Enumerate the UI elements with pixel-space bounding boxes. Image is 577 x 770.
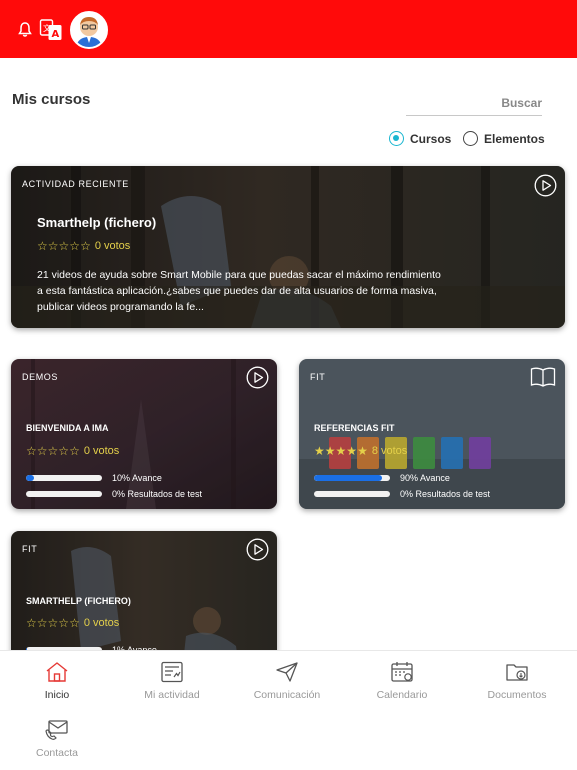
- course-rating: ★ ★ ★ ★ ★ 8 votos: [314, 444, 407, 458]
- search-input[interactable]: Buscar: [406, 92, 542, 116]
- tab-label: Calendario: [376, 689, 428, 701]
- star-icon: ☆: [47, 239, 59, 253]
- tab-documentos[interactable]: Documentos: [460, 651, 574, 703]
- tab-label: Documentos: [487, 689, 547, 701]
- progress-bar: [26, 475, 102, 481]
- featured-category: ACTIVIDAD RECIENTE: [22, 179, 129, 189]
- test-label: 0% Resultados de test: [400, 489, 491, 499]
- user-avatar[interactable]: [70, 11, 108, 49]
- star-icon: ☆: [26, 616, 37, 630]
- course-title: BIENVENIDA A IMA: [26, 423, 109, 433]
- star-icon: ☆: [69, 616, 80, 630]
- star-icon: ☆: [58, 444, 70, 458]
- svg-text:A: A: [52, 29, 60, 40]
- course-title: SMARTHELP (FICHERO): [26, 596, 131, 606]
- tab-contacta[interactable]: Contacta: [0, 709, 114, 761]
- star-icon: ☆: [47, 444, 59, 458]
- course-rating: ☆ ☆ ☆ ☆ ☆ 0 votos: [26, 444, 119, 458]
- svg-text:文: 文: [43, 23, 51, 33]
- test-row: 0% Resultados de test: [314, 489, 490, 499]
- star-icon: ☆: [36, 616, 48, 630]
- star-icon: ★: [324, 444, 336, 458]
- tab-inicio[interactable]: Inicio: [0, 651, 114, 703]
- progress-row: 90% Avance: [314, 473, 450, 483]
- course-votes: 0 votos: [83, 445, 120, 457]
- tab-calendario[interactable]: Calendario: [345, 651, 459, 703]
- home-icon: [46, 662, 68, 682]
- course-card[interactable]: DEMOS BIENVENIDA A IMA ☆ ☆ ☆ ☆ ☆ 0 votos 10%…: [11, 359, 277, 509]
- progress-bar: [314, 475, 390, 481]
- course-category: FIT: [22, 544, 38, 554]
- star-icon: ☆: [58, 616, 70, 630]
- page-title: Mis cursos: [12, 91, 91, 108]
- tab-comunicacion[interactable]: Comunicación: [230, 651, 344, 703]
- radio-elementos[interactable]: [463, 131, 478, 146]
- star-icon: ☆: [26, 444, 37, 458]
- course-votes: 8 votos: [371, 445, 408, 457]
- test-bar: [26, 491, 102, 497]
- featured-course-card[interactable]: ACTIVIDAD RECIENTE Smarthelp (fichero) ☆…: [11, 166, 565, 328]
- course-category: DEMOS: [22, 372, 59, 382]
- activity-icon: [161, 661, 183, 683]
- course-votes: 0 votos: [83, 617, 120, 629]
- tab-label: Contacta: [35, 747, 79, 759]
- star-icon: ★: [357, 444, 368, 458]
- course-background-image: [299, 359, 565, 509]
- course-rating: ☆ ☆ ☆ ☆ ☆ 0 votos: [26, 616, 119, 630]
- search-placeholder: Buscar: [501, 96, 542, 110]
- star-icon: ☆: [37, 239, 48, 253]
- send-icon: [276, 662, 298, 682]
- star-icon: ★: [314, 444, 325, 458]
- radio-elementos-label: Elementos: [484, 131, 545, 146]
- play-icon[interactable]: [246, 538, 269, 561]
- calendar-icon: [391, 662, 413, 682]
- star-icon: ☆: [36, 444, 48, 458]
- tab-label: Mi actividad: [144, 689, 200, 701]
- test-label: 0% Resultados de test: [112, 489, 203, 499]
- star-icon: ☆: [58, 239, 70, 253]
- star-icon: ★: [335, 444, 347, 458]
- star-icon: ☆: [69, 444, 80, 458]
- star-icon: ☆: [69, 239, 81, 253]
- radio-cursos-label: Cursos: [410, 131, 452, 146]
- test-row: 0% Resultados de test: [26, 489, 202, 499]
- featured-votes: 0 votos: [94, 240, 131, 252]
- tab-label: Inicio: [44, 689, 70, 701]
- course-title: REFERENCIAS FIT: [314, 423, 395, 433]
- radio-cursos[interactable]: [389, 131, 404, 146]
- star-icon: ☆: [80, 239, 91, 253]
- star-icon: ★: [346, 444, 358, 458]
- progress-row: 10% Avance: [26, 473, 162, 483]
- tab-label: Comunicación: [253, 689, 321, 701]
- play-icon[interactable]: [246, 366, 269, 389]
- course-card[interactable]: FIT REFERENCIAS FIT ★ ★ ★ ★ ★ 8 votos 90% Av…: [299, 359, 565, 509]
- featured-title: Smarthelp (fichero): [37, 215, 157, 230]
- play-icon[interactable]: [534, 174, 557, 197]
- contact-icon: [45, 720, 68, 740]
- featured-description: 21 videos de ayuda sobre Smart Mobile pa…: [37, 269, 441, 313]
- filter-cursos[interactable]: Cursos: [389, 131, 451, 146]
- star-icon: ☆: [47, 616, 59, 630]
- book-icon[interactable]: [530, 366, 556, 388]
- bottom-tab-bar: Inicio Mi actividad Comunicación Calenda…: [0, 650, 577, 770]
- documents-icon: [506, 664, 528, 681]
- bell-icon[interactable]: [17, 21, 33, 38]
- translate-icon[interactable]: 文 A: [39, 18, 63, 42]
- filter-elementos[interactable]: Elementos: [463, 131, 545, 146]
- progress-label: 90% Avance: [400, 473, 450, 483]
- test-bar: [314, 491, 390, 497]
- featured-rating: ☆ ☆ ☆ ☆ ☆ 0 votos: [37, 239, 130, 253]
- tab-mi-actividad[interactable]: Mi actividad: [115, 651, 229, 703]
- app-header: 文 A: [0, 0, 577, 58]
- course-category: FIT: [310, 372, 326, 382]
- progress-label: 10% Avance: [112, 473, 162, 483]
